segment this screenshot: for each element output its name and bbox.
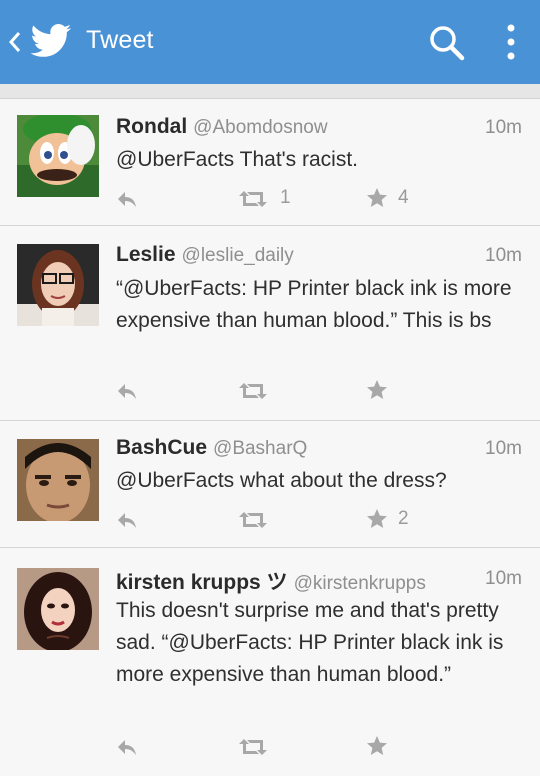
avatar[interactable] bbox=[17, 115, 99, 197]
tweet-text: This doesn't surprise me and that's pret… bbox=[116, 599, 504, 686]
author-line: kirsten krupps ツ @kirstenkrupps bbox=[116, 566, 426, 596]
author-name[interactable]: BashCue bbox=[116, 436, 207, 459]
author-handle[interactable]: @kirstenkrupps bbox=[294, 573, 426, 594]
reply-icon[interactable] bbox=[116, 509, 138, 531]
retweet-count: 1 bbox=[280, 187, 291, 208]
author-name[interactable]: Rondal bbox=[116, 115, 187, 138]
retweet-icon[interactable] bbox=[238, 380, 268, 402]
tweet-item[interactable]: Leslie @leslie_daily 10m “@UberFacts: HP … bbox=[0, 226, 540, 421]
tweet-time: 10m bbox=[485, 245, 522, 266]
twitter-bird-icon[interactable] bbox=[30, 24, 72, 60]
chevron-left-icon[interactable] bbox=[8, 30, 22, 54]
author-line: BashCue @BasharQ bbox=[116, 436, 307, 460]
author-line: Rondal @Abomdosnow bbox=[116, 115, 328, 139]
tweet-actions bbox=[0, 378, 540, 408]
tweet-actions: 1 4 bbox=[0, 186, 540, 216]
favorite-count: 4 bbox=[398, 187, 409, 208]
app-header: Tweet bbox=[0, 0, 540, 84]
avatar[interactable] bbox=[17, 568, 99, 650]
page-title: Tweet bbox=[86, 26, 154, 54]
tweet-actions: 2 bbox=[0, 507, 540, 537]
author-handle[interactable]: @Abomdosnow bbox=[193, 117, 327, 138]
search-icon[interactable] bbox=[428, 24, 466, 62]
more-vertical-icon[interactable] bbox=[503, 22, 519, 62]
retweet-icon[interactable] bbox=[238, 509, 268, 531]
author-handle[interactable]: @BasharQ bbox=[213, 438, 307, 459]
author-name[interactable]: kirsten krupps ツ bbox=[116, 571, 288, 594]
reply-icon[interactable] bbox=[116, 188, 138, 210]
reply-icon[interactable] bbox=[116, 380, 138, 402]
star-icon[interactable] bbox=[366, 379, 388, 401]
author-line: Leslie @leslie_daily bbox=[116, 243, 294, 267]
header-divider bbox=[0, 84, 540, 99]
tweet-item[interactable]: Rondal @Abomdosnow 10m @UberFacts That's … bbox=[0, 99, 540, 226]
tweet-text: @UberFacts what about the dress? bbox=[116, 469, 447, 492]
tweet-text: @UberFacts That's racist. bbox=[116, 148, 359, 171]
star-icon[interactable] bbox=[366, 187, 388, 209]
star-icon[interactable] bbox=[366, 508, 388, 530]
tweet-time: 10m bbox=[485, 438, 522, 459]
tweet-time: 10m bbox=[485, 568, 522, 589]
tweet-item[interactable]: kirsten krupps ツ @kirstenkrupps 10m This … bbox=[0, 548, 540, 776]
retweet-icon[interactable] bbox=[238, 188, 268, 210]
avatar[interactable] bbox=[17, 244, 99, 326]
favorite-count: 2 bbox=[398, 508, 409, 529]
author-name[interactable]: Leslie bbox=[116, 243, 176, 266]
tweet-actions bbox=[0, 734, 540, 764]
author-handle[interactable]: @leslie_daily bbox=[182, 245, 294, 266]
star-icon[interactable] bbox=[366, 735, 388, 757]
tweet-time: 10m bbox=[485, 117, 522, 138]
tweet-item[interactable]: BashCue @BasharQ 10m @UberFacts what abou… bbox=[0, 421, 540, 548]
tweet-text: “@UberFacts: HP Printer black ink is mor… bbox=[116, 277, 512, 332]
reply-icon[interactable] bbox=[116, 736, 138, 758]
retweet-icon[interactable] bbox=[238, 736, 268, 758]
